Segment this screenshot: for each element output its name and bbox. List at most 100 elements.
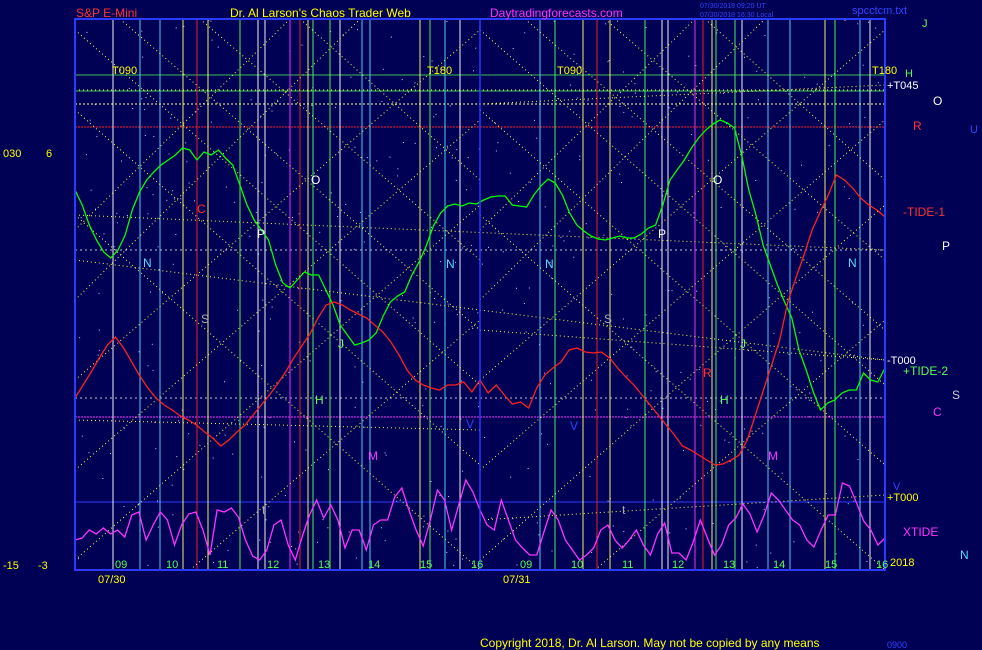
star-dot bbox=[550, 383, 551, 385]
star-dot bbox=[188, 433, 190, 435]
star-dot bbox=[78, 558, 79, 560]
star-dot bbox=[770, 552, 772, 554]
planet-label: t bbox=[622, 503, 626, 517]
right-axis-label: XTIDE bbox=[903, 525, 938, 539]
star-dot bbox=[348, 531, 350, 533]
star-dot bbox=[271, 110, 273, 112]
planet-label: C bbox=[197, 202, 206, 216]
x-tick-label: 10 bbox=[571, 559, 583, 571]
star-dot bbox=[152, 369, 154, 371]
star-dot bbox=[525, 331, 527, 333]
star-dot bbox=[414, 82, 416, 84]
x-tick-label: 13 bbox=[723, 559, 735, 571]
star-dot bbox=[470, 244, 472, 246]
chart-title-symbol: S&P E-Mini bbox=[76, 6, 137, 20]
star-dot bbox=[295, 548, 297, 550]
star-dot bbox=[152, 194, 154, 196]
chaos-trader-chart: 09 10 11 12 13 14 15 16 09 10 11 12 13 14 15 16 T090 T180… bbox=[3, 3, 978, 650]
star-dot bbox=[180, 198, 182, 200]
star-dot bbox=[414, 142, 416, 144]
star-dot bbox=[509, 172, 511, 174]
diagonal-grid-line bbox=[74, 29, 481, 386]
star-dot bbox=[275, 153, 277, 155]
star-dot bbox=[128, 87, 130, 89]
star-dot bbox=[502, 309, 504, 311]
star-dot bbox=[384, 452, 386, 454]
x-day-label-2: 07/31 bbox=[503, 574, 531, 586]
star-field bbox=[75, 19, 879, 571]
star-dot bbox=[594, 409, 596, 411]
star-dot bbox=[573, 53, 575, 55]
star-dot bbox=[547, 443, 549, 445]
planet-label: N bbox=[848, 256, 857, 270]
star-dot bbox=[477, 312, 479, 314]
star-dot bbox=[141, 98, 143, 100]
star-dot bbox=[175, 234, 177, 235]
chart-title-author: Dr. Al Larson's Chaos Trader Web bbox=[230, 6, 411, 20]
star-dot bbox=[706, 400, 708, 402]
star-dot bbox=[623, 71, 625, 73]
star-dot bbox=[434, 298, 435, 299]
x-tick-label: 16 bbox=[471, 559, 483, 571]
star-dot bbox=[796, 389, 798, 391]
diagonal-grid-line bbox=[704, 18, 886, 181]
right-axis-label: N bbox=[960, 548, 969, 562]
x-tick-label: 12 bbox=[267, 559, 279, 571]
right-axis-label: O bbox=[933, 94, 942, 108]
star-dot bbox=[579, 155, 581, 157]
x-tick-label: 10 bbox=[166, 559, 178, 571]
star-dot bbox=[472, 328, 474, 329]
right-axis-label: C bbox=[933, 405, 942, 419]
star-dot bbox=[381, 527, 382, 529]
diagonal-grid-line bbox=[479, 18, 766, 301]
star-dot bbox=[550, 277, 552, 279]
star-dot bbox=[494, 122, 496, 123]
star-dot bbox=[847, 503, 849, 505]
star-dot bbox=[488, 246, 489, 248]
star-dot bbox=[536, 522, 538, 524]
star-dot bbox=[157, 526, 159, 528]
star-dot bbox=[619, 173, 621, 175]
star-dot bbox=[430, 481, 432, 482]
star-dot bbox=[185, 142, 187, 144]
star-dot bbox=[412, 317, 414, 319]
star-dot bbox=[475, 47, 477, 49]
planet-label: J bbox=[338, 337, 344, 351]
star-dot bbox=[298, 531, 300, 533]
diagonal-grid-line bbox=[74, 119, 481, 471]
right-axis-label: +T045 bbox=[887, 80, 919, 92]
star-dot bbox=[353, 248, 355, 250]
star-dot bbox=[433, 116, 435, 118]
star-dot bbox=[462, 558, 464, 560]
planet-label: R bbox=[703, 366, 712, 380]
star-dot bbox=[151, 343, 153, 345]
star-dot bbox=[376, 160, 378, 162]
star-dot bbox=[261, 476, 263, 478]
star-dot bbox=[852, 302, 854, 304]
star-dot bbox=[552, 245, 554, 247]
star-dot bbox=[696, 290, 698, 292]
star-dot bbox=[462, 247, 464, 249]
planet-label: V bbox=[466, 417, 474, 431]
star-dot bbox=[679, 497, 681, 499]
diagonal-grid-line bbox=[479, 18, 696, 231]
star-dot bbox=[116, 222, 118, 224]
right-axis-label: U bbox=[970, 124, 978, 136]
star-dot bbox=[812, 311, 813, 313]
x-day-label-1: 07/30 bbox=[98, 574, 126, 586]
star-dot bbox=[538, 534, 540, 536]
chart-title-site: Daytradingforecasts.com bbox=[490, 6, 623, 20]
star-dot bbox=[225, 186, 227, 188]
star-dot bbox=[689, 378, 691, 380]
star-dot bbox=[143, 108, 145, 110]
star-dot bbox=[794, 208, 796, 210]
right-axis-label: +T000 bbox=[887, 492, 919, 504]
star-dot bbox=[301, 44, 303, 46]
star-dot bbox=[877, 82, 879, 84]
star-dot bbox=[199, 444, 201, 446]
star-dot bbox=[211, 39, 213, 41]
star-dot bbox=[589, 476, 591, 478]
star-dot bbox=[330, 192, 332, 194]
star-dot bbox=[146, 187, 148, 189]
star-dot bbox=[864, 116, 866, 118]
